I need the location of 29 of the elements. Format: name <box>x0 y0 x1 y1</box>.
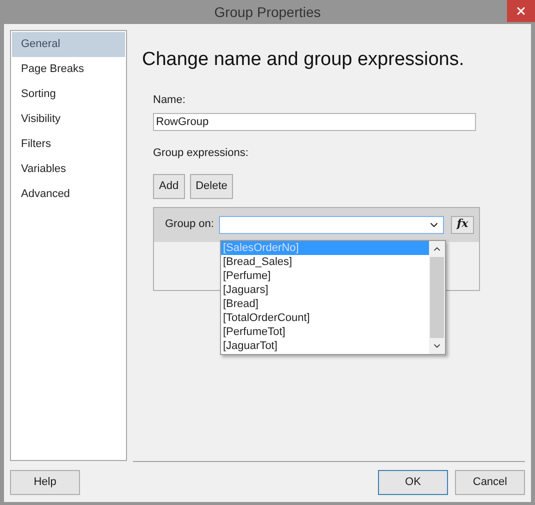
group-on-label: Group on: <box>165 217 215 232</box>
dropdown-option[interactable]: [Bread] <box>221 297 429 311</box>
dropdown-option[interactable]: [Bread_Sales] <box>221 255 429 269</box>
toolbar-button[interactable]: Add <box>153 174 185 198</box>
name-field[interactable]: RowGroup <box>153 113 476 131</box>
expression-button[interactable]: fx <box>451 216 474 234</box>
cancel-button[interactable]: Cancel <box>455 470 525 495</box>
toolbar-button[interactable]: Delete <box>190 174 234 198</box>
scrollbar[interactable] <box>429 241 445 354</box>
ok-button[interactable]: OK <box>378 470 448 495</box>
dropdown-option[interactable]: [TotalOrderCount] <box>221 311 429 325</box>
sidebar-item[interactable]: Advanced <box>12 182 125 207</box>
close-button[interactable] <box>507 0 535 22</box>
dropdown-option[interactable]: [PerfumeTot] <box>221 325 429 339</box>
help-button[interactable]: Help <box>10 470 80 495</box>
dropdown-option[interactable]: [JaguarTot] <box>221 339 429 353</box>
name-label: Name: <box>153 92 186 108</box>
sidebar-item[interactable]: Visibility <box>12 107 125 132</box>
sidebar-item[interactable]: Page Breaks <box>12 57 125 82</box>
sidebar-item[interactable]: General <box>12 32 125 57</box>
dropdown-option[interactable]: [Jaguars] <box>221 283 429 297</box>
dropdown-option[interactable]: [Perfume] <box>221 269 429 283</box>
sidebar-item[interactable]: Sorting <box>12 82 125 107</box>
sidebar-item[interactable]: Variables <box>12 157 125 182</box>
window-title: Group Properties <box>214 2 321 22</box>
close-icon <box>515 5 527 17</box>
sidebar-item[interactable]: Filters <box>12 132 125 157</box>
group-expressions-label: Group expressions: <box>153 146 250 161</box>
page-heading: Change name and group expressions. <box>142 48 466 72</box>
